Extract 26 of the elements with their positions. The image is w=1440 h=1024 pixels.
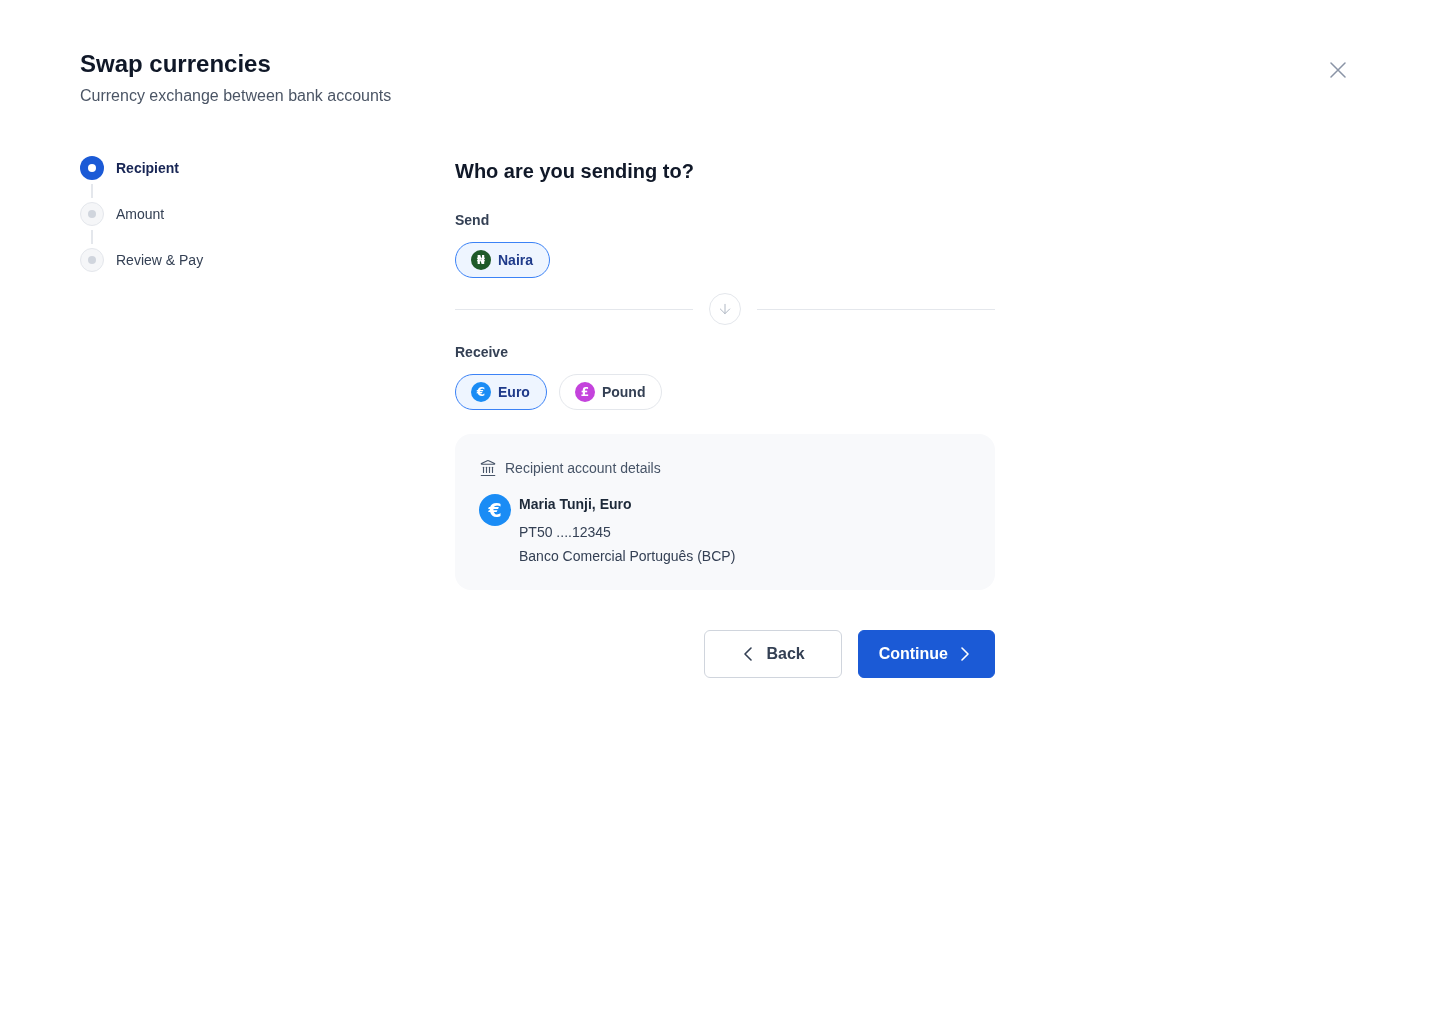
recipient-name: Maria Tunji, Euro (519, 495, 633, 514)
dialog-title: Swap currencies (80, 49, 272, 79)
continue-button[interactable]: Continue (857, 630, 995, 678)
currency-icon: € (471, 382, 491, 402)
step-label: Review & Pay (116, 251, 204, 270)
card-title: Recipient account details (505, 459, 661, 478)
bank-name: Banco Comercial Português (BCP) (519, 547, 736, 566)
form-heading: Who are you sending to? (455, 159, 695, 184)
currency-chip[interactable]: ₦ Naira (455, 242, 551, 278)
currency-icon: € (479, 494, 511, 526)
chevron-right-icon (961, 647, 969, 661)
send-label: Send (455, 211, 491, 230)
step-label: Amount (116, 205, 165, 224)
back-button[interactable]: Back (704, 630, 842, 678)
currency-chip[interactable]: £ Pound (558, 374, 663, 410)
currency-icon: ₦ (471, 250, 491, 270)
dialog-subtitle: Currency exchange between bank accounts (80, 86, 392, 106)
currency-icon: £ (574, 382, 595, 402)
account-number: PT50 ....12345 (519, 523, 612, 542)
chevron-left-icon (744, 647, 753, 661)
close-icon[interactable] (1330, 62, 1346, 78)
arrow-down-icon (709, 293, 741, 325)
currency-chip[interactable]: € Euro (455, 374, 547, 410)
receive-label: Receive (455, 343, 509, 362)
bank-icon (479, 459, 497, 477)
step-label: Recipient (116, 159, 179, 178)
